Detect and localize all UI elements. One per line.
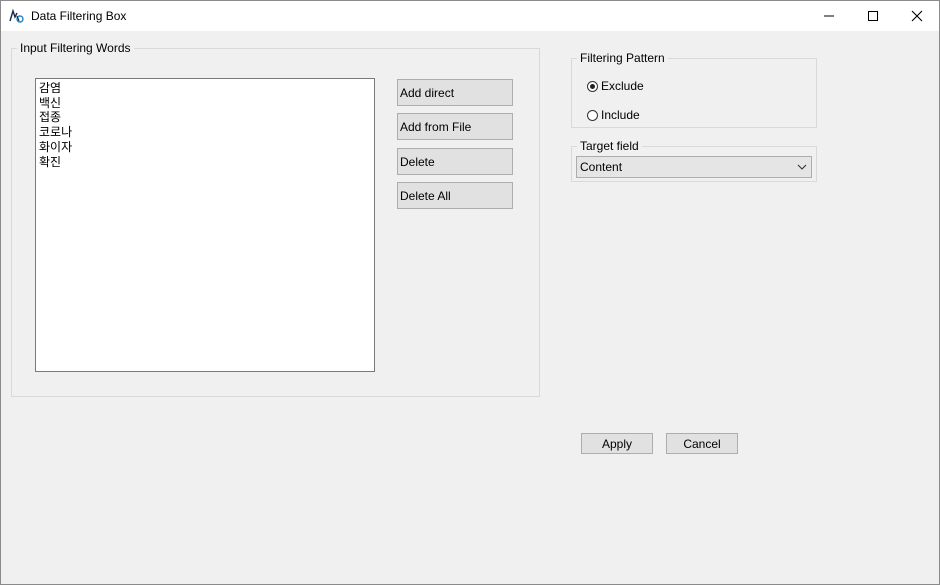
chevron-down-icon [797, 164, 807, 170]
include-radio-option[interactable]: Include [587, 108, 640, 122]
close-button[interactable] [894, 1, 939, 31]
title-bar[interactable]: Data Filtering Box [1, 1, 939, 31]
dialog-window: Data Filtering Box Input Filtering Words… [0, 0, 940, 585]
target-field-value: Content [580, 160, 623, 174]
window-title: Data Filtering Box [31, 9, 127, 23]
delete-all-button[interactable]: Delete All [397, 182, 513, 209]
add-from-file-button[interactable]: Add from File [397, 113, 513, 140]
include-label: Include [601, 108, 640, 122]
cancel-button[interactable]: Cancel [666, 433, 738, 454]
exclude-radio-option[interactable]: Exclude [587, 79, 644, 93]
delete-button[interactable]: Delete [397, 148, 513, 175]
list-item[interactable]: 감염 [39, 81, 371, 96]
add-direct-button[interactable]: Add direct [397, 79, 513, 106]
app-logo-icon [9, 8, 25, 24]
list-item[interactable]: 화이자 [39, 140, 371, 155]
filtering-pattern-legend: Filtering Pattern [580, 51, 665, 65]
minimize-button[interactable] [806, 1, 851, 31]
list-item[interactable]: 확진 [39, 155, 371, 170]
target-field-legend: Target field [580, 139, 639, 153]
include-radio[interactable] [587, 109, 598, 121]
filter-words-list[interactable]: 감염 백신 접종 코로나 화이자 확진 [35, 78, 375, 372]
filter-words-legend: Input Filtering Words [20, 41, 131, 55]
minimize-icon [823, 15, 834, 17]
exclude-radio[interactable] [587, 80, 598, 92]
close-icon [911, 10, 922, 22]
exclude-label: Exclude [601, 79, 644, 93]
target-field-select[interactable]: Content [576, 156, 812, 178]
list-item[interactable]: 코로나 [39, 125, 371, 140]
maximize-icon [867, 11, 878, 21]
apply-button[interactable]: Apply [581, 433, 653, 454]
list-item[interactable]: 백신 [39, 96, 371, 111]
list-item[interactable]: 접종 [39, 110, 371, 125]
maximize-button[interactable] [850, 1, 895, 31]
